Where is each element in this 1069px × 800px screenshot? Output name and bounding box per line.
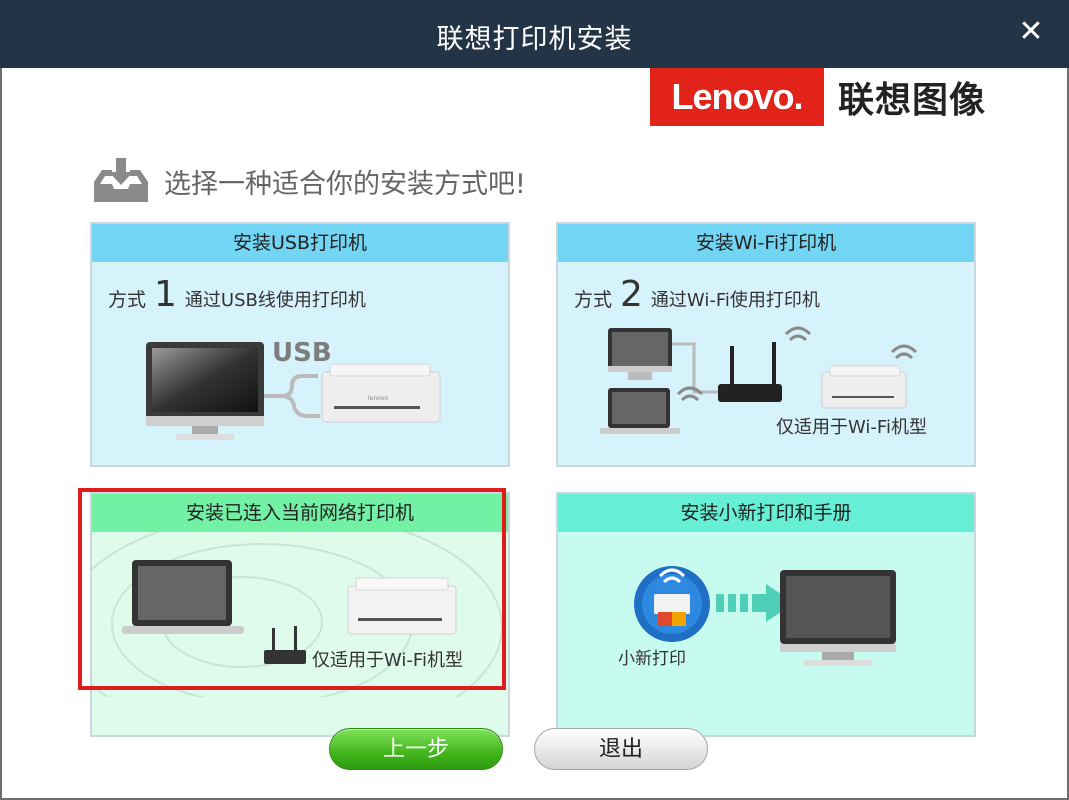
- brand-banner: Lenovo. 联想图像: [650, 68, 986, 126]
- lenovo-logo: Lenovo.: [650, 68, 824, 126]
- usb-method-line: 方式 1 通过USB线使用打印机: [108, 274, 366, 315]
- method-description: 通过Wi-Fi使用打印机: [650, 290, 820, 311]
- network-printer-install-option[interactable]: 安装已连入当前网络打印机 仅适用于Wi-Fi机型: [90, 492, 510, 737]
- download-tray-icon: [90, 156, 152, 206]
- method-number: 1: [154, 274, 177, 315]
- brand-name: 联想图像: [838, 80, 987, 121]
- window-title: 联想打印机安装: [436, 24, 633, 55]
- method-label: 方式: [108, 289, 147, 311]
- wifi-method-line: 方式 2 通过Wi-Fi使用打印机: [574, 274, 820, 315]
- network-card-title: 安装已连入当前网络打印机: [92, 494, 508, 532]
- section-heading: 选择一种适合你的安装方式吧!: [90, 156, 526, 206]
- wifi-only-note: 仅适用于Wi-Fi机型: [776, 417, 927, 438]
- exit-button[interactable]: 退出: [534, 728, 708, 770]
- usb-install-option[interactable]: 安装USB打印机 方式 1 通过USB线使用打印机 lenovo USB: [90, 222, 510, 467]
- heading-text: 选择一种适合你的安装方式吧!: [164, 168, 526, 200]
- method-number: 2: [620, 274, 643, 315]
- wifi-only-note: 仅适用于Wi-Fi机型: [312, 650, 463, 671]
- app-name-label: 小新打印: [618, 649, 686, 669]
- method-description: 通过USB线使用打印机: [184, 290, 366, 311]
- title-bar: 联想打印机安装 ✕: [0, 0, 1069, 68]
- wifi-card-title: 安装Wi-Fi打印机: [558, 224, 974, 262]
- usb-card-title: 安装USB打印机: [92, 224, 508, 262]
- app-card-title: 安装小新打印和手册: [558, 494, 974, 532]
- usb-cable-label: USB: [272, 338, 332, 368]
- wifi-install-option[interactable]: 安装Wi-Fi打印机 方式 2 通过Wi-Fi使用打印机 仅适用于Wi-Fi机型: [556, 222, 976, 467]
- network-illustration: [92, 532, 503, 697]
- svg-text:lenovo: lenovo: [368, 395, 388, 402]
- back-button[interactable]: 上一步: [329, 728, 503, 770]
- app-manual-install-option[interactable]: 安装小新打印和手册 小新打印: [556, 492, 976, 737]
- close-icon[interactable]: ✕: [1015, 16, 1047, 48]
- method-label: 方式: [574, 289, 613, 311]
